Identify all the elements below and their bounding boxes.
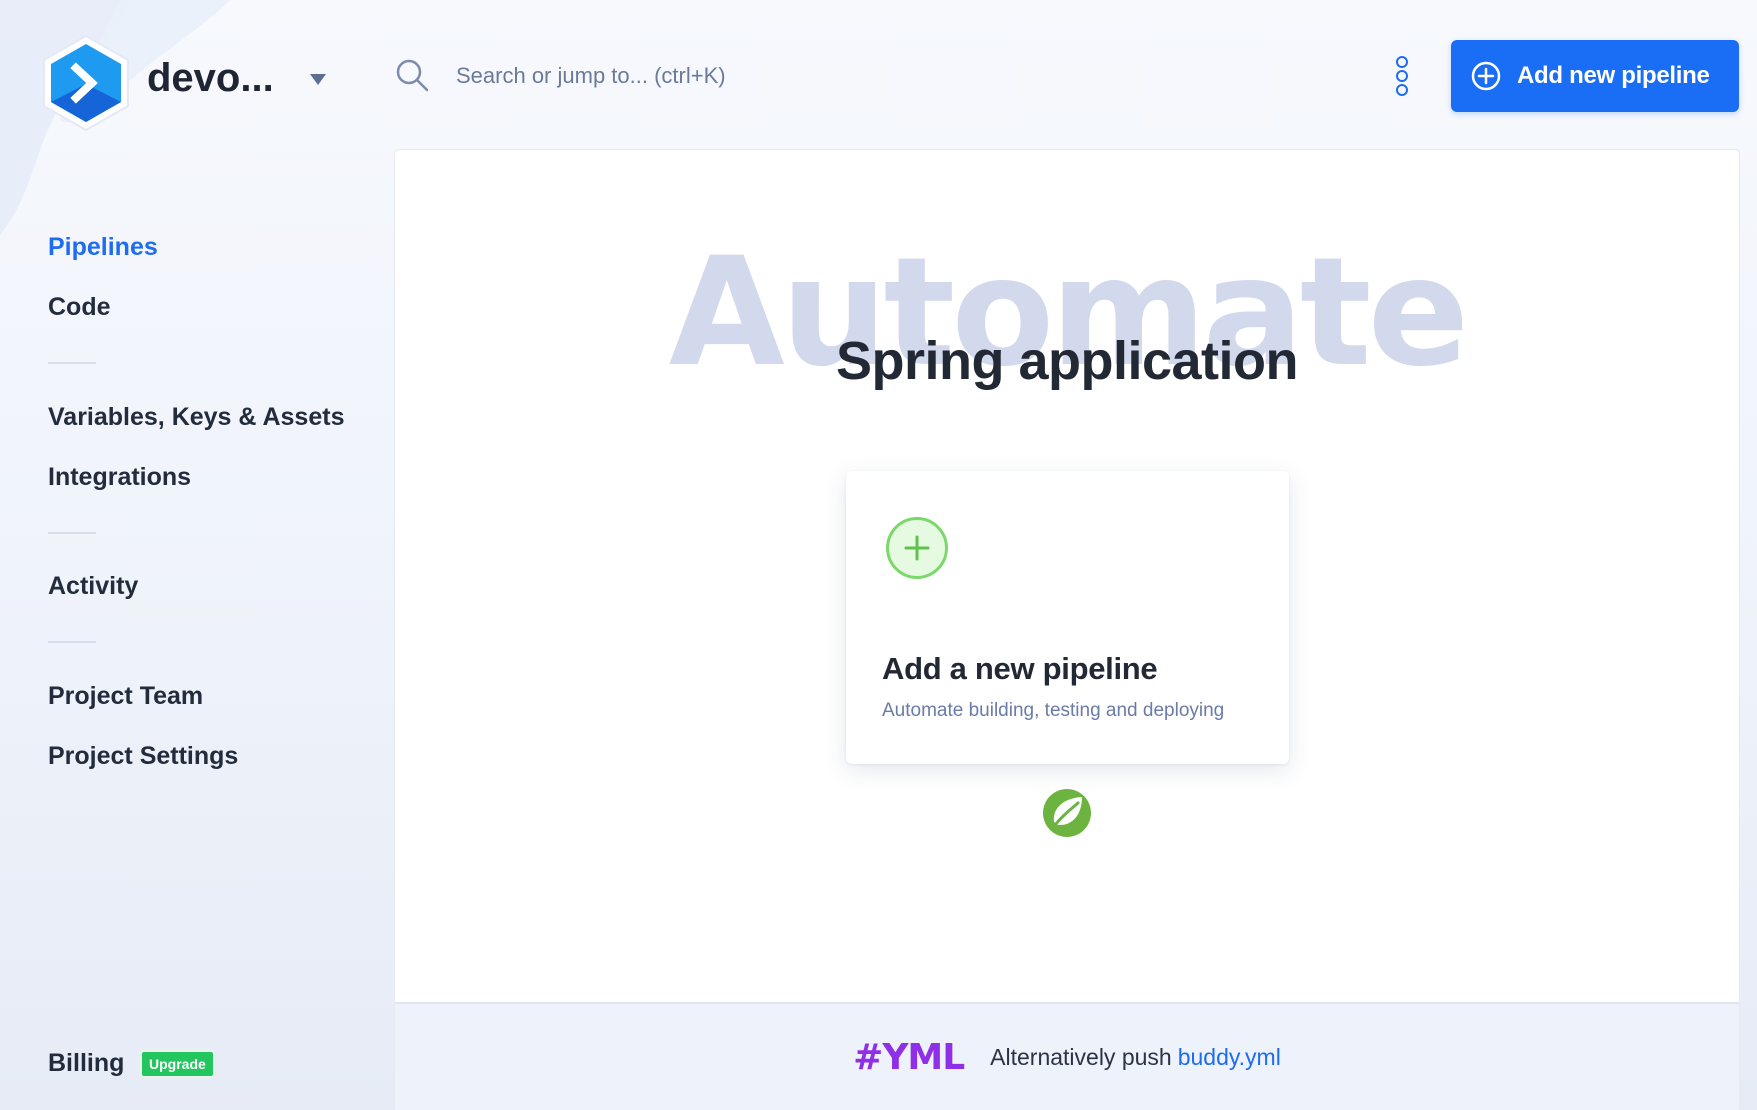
add-pipeline-card[interactable]: Add a new pipeline Automate building, te… (846, 471, 1289, 764)
sidebar-item-integrations[interactable]: Integrations (48, 463, 191, 492)
sidebar-item-variables-keys-assets[interactable]: Variables, Keys & Assets (48, 403, 344, 432)
search-icon (396, 59, 429, 92)
page-title: Spring application (835, 331, 1299, 391)
plus-icon (886, 517, 948, 579)
sidebar-item-project-team[interactable]: Project Team (48, 682, 203, 711)
upgrade-badge[interactable]: Upgrade (140, 1050, 215, 1078)
add-new-pipeline-label: Add new pipeline (1517, 62, 1710, 89)
buddy-logo-icon[interactable] (40, 34, 132, 132)
more-options-kebab-icon[interactable] (1392, 56, 1412, 98)
sidebar-divider (48, 362, 96, 364)
main-panel: Automate Spring application Add a new pi… (395, 150, 1739, 1110)
sidebar-divider (48, 641, 96, 643)
footer-text: Alternatively push (990, 1043, 1172, 1070)
sidebar-item-pipelines[interactable]: Pipelines (48, 233, 158, 262)
sidebar-item-code[interactable]: Code (48, 293, 111, 322)
project-switcher-chevron-down-icon[interactable] (310, 74, 326, 85)
yml-logo: #YML (853, 1036, 965, 1078)
spring-logo-icon (1043, 789, 1091, 837)
card-title: Add a new pipeline (882, 651, 1158, 686)
project-name[interactable]: devo... (147, 56, 274, 101)
buddy-yml-link[interactable]: buddy.yml (1178, 1044, 1281, 1071)
card-subtitle: Automate building, testing and deploying (882, 700, 1225, 721)
add-new-pipeline-button[interactable]: Add new pipeline (1451, 40, 1739, 112)
sidebar-item-billing[interactable]: Billing (48, 1049, 124, 1078)
plus-circle-icon (1471, 61, 1501, 91)
sidebar-item-project-settings[interactable]: Project Settings (48, 742, 238, 771)
search-input[interactable] (456, 58, 1016, 94)
yml-footer: #YML Alternatively push buddy.yml (395, 1002, 1739, 1110)
sidebar-item-activity[interactable]: Activity (48, 572, 138, 601)
sidebar: devo... Pipelines Code Variables, Keys &… (0, 0, 390, 1110)
sidebar-divider (48, 532, 96, 534)
